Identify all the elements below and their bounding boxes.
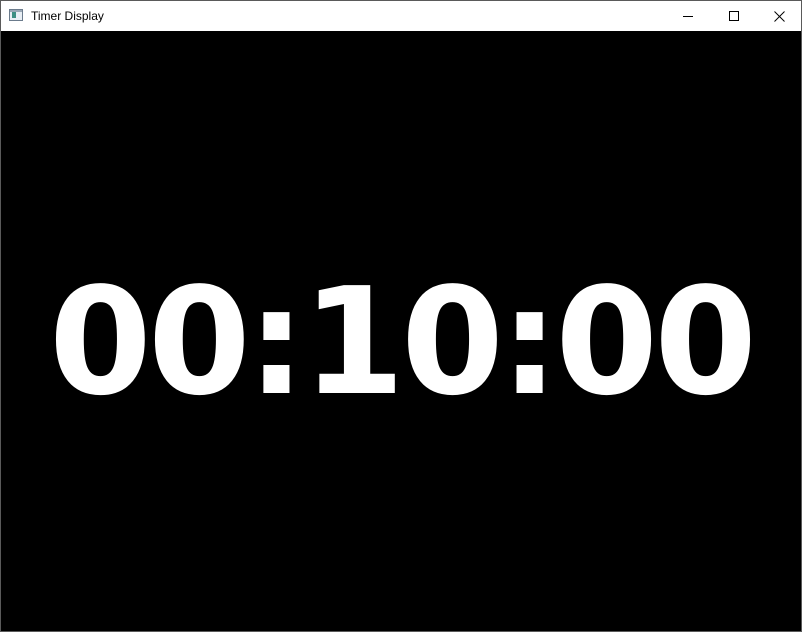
- title-bar[interactable]: Timer Display: [1, 1, 801, 31]
- app-window-icon: [9, 9, 23, 21]
- timer-display: 00:10:00: [48, 256, 757, 428]
- maximize-icon: [729, 11, 739, 21]
- close-button[interactable]: [756, 1, 802, 31]
- timer-panel: 00:10:00: [1, 31, 801, 631]
- close-icon: [774, 11, 785, 22]
- window-title: Timer Display: [31, 9, 104, 23]
- timer-window: Timer Display 00:10:00: [0, 0, 802, 632]
- maximize-button[interactable]: [711, 1, 757, 31]
- minimize-icon: [683, 16, 693, 17]
- minimize-button[interactable]: [665, 1, 711, 31]
